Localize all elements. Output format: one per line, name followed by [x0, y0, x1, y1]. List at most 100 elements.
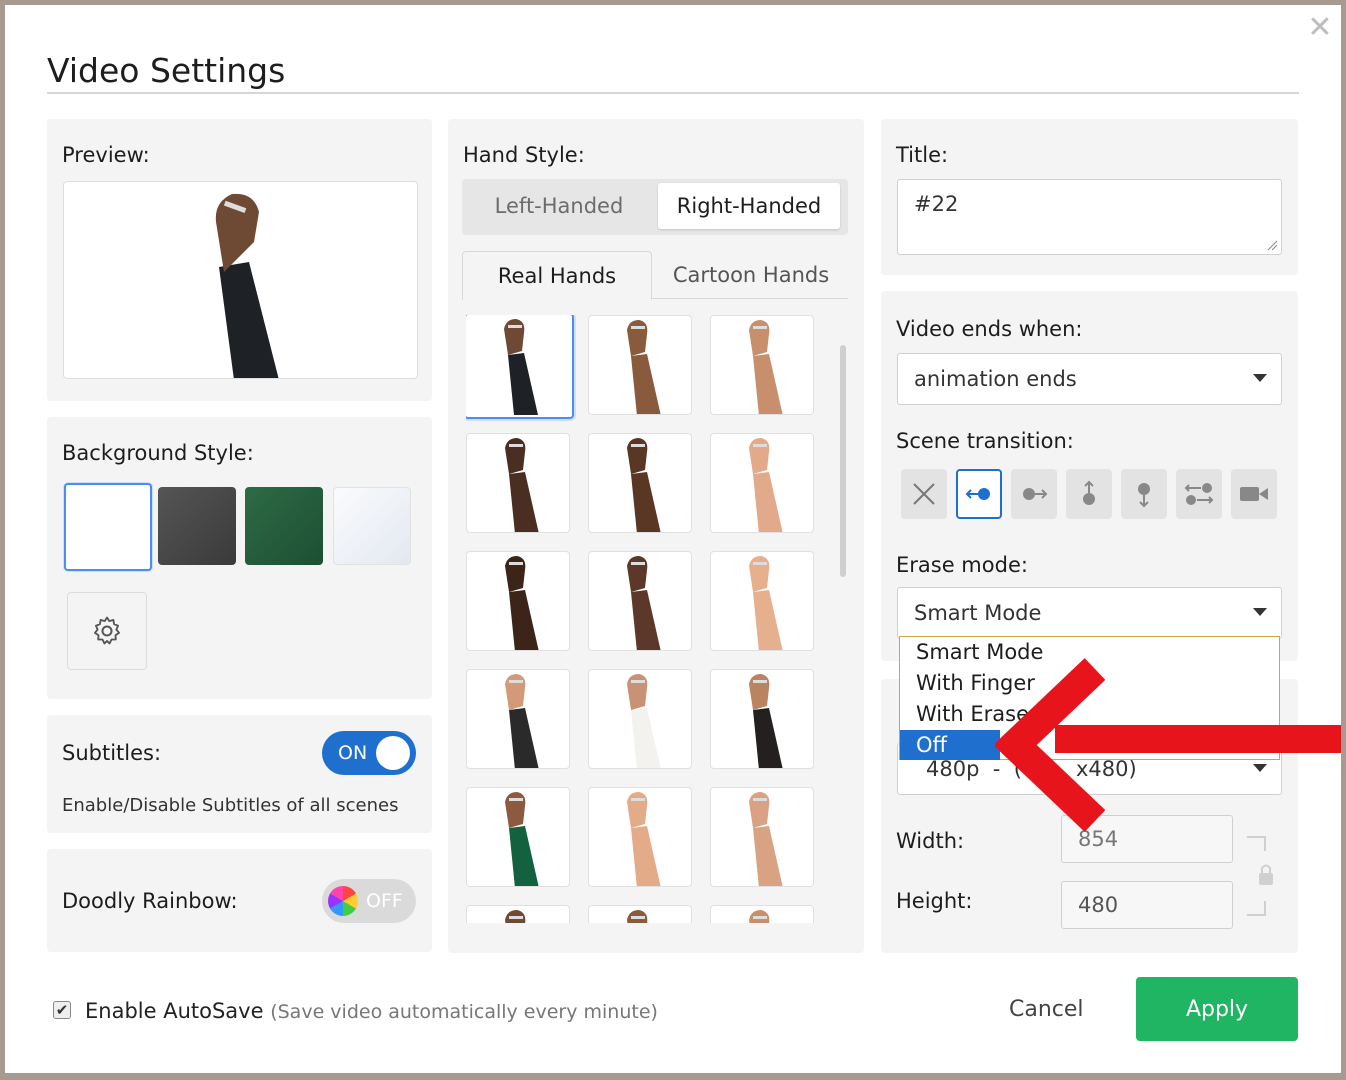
- height-label: Height:: [896, 889, 973, 913]
- subtitles-label: Subtitles:: [62, 741, 162, 765]
- swatch-dark-chalkboard[interactable]: [158, 487, 236, 565]
- hand-thumbnail: [749, 792, 783, 886]
- erase-mode-value: Smart Mode: [914, 601, 1042, 625]
- video-options-panel: Video ends when: animation ends Scene tr…: [881, 291, 1298, 661]
- title-input[interactable]: #22: [897, 179, 1282, 255]
- subtitles-panel: Subtitles: ON Enable/Disable Subtitles o…: [47, 715, 432, 833]
- height-input[interactable]: 480: [1061, 881, 1233, 929]
- hand-thumbnail: [505, 910, 526, 923]
- hand-option[interactable]: [466, 787, 570, 887]
- hand-option[interactable]: [588, 669, 692, 769]
- transition-slide-right-button[interactable]: [1011, 469, 1057, 519]
- left-handed-option[interactable]: Left-Handed: [466, 183, 652, 229]
- camera-icon: [1240, 487, 1268, 501]
- hand-option[interactable]: [588, 433, 692, 533]
- hand-option[interactable]: [466, 551, 570, 651]
- height-value: 480: [1078, 893, 1119, 917]
- video-ends-label: Video ends when:: [896, 317, 1083, 341]
- hand-thumbnail: [627, 438, 661, 532]
- preview-canvas: [63, 181, 418, 379]
- hand-thumbnail: [505, 556, 539, 650]
- hand-style-panel: Hand Style: Left-Handed Right-Handed Rea…: [448, 119, 864, 953]
- hand-option[interactable]: [588, 787, 692, 887]
- preview-label: Preview:: [62, 143, 150, 167]
- close-icon[interactable]: ✕: [1307, 13, 1333, 43]
- hand-thumbnail: [627, 674, 661, 768]
- rainbow-knob-icon: [328, 886, 358, 916]
- scene-transition-label: Scene transition:: [896, 429, 1074, 453]
- tab-cartoon-hands[interactable]: Cartoon Hands: [654, 251, 848, 299]
- hand-option[interactable]: [710, 669, 814, 769]
- erase-mode-label: Erase mode:: [896, 553, 1028, 577]
- hand-option[interactable]: [588, 905, 692, 923]
- transition-camera-button[interactable]: [1231, 469, 1277, 519]
- transition-slide-down-button[interactable]: [1121, 469, 1167, 519]
- preview-panel: Preview:: [47, 119, 432, 401]
- swatch-light-glass[interactable]: [333, 487, 411, 565]
- dialog-title: Video Settings: [47, 51, 286, 90]
- chevron-down-icon: [1253, 374, 1267, 382]
- hand-option[interactable]: [588, 315, 692, 415]
- rainbow-toggle[interactable]: OFF: [322, 879, 416, 923]
- hand-option[interactable]: [466, 433, 570, 533]
- toggle-state-text: OFF: [366, 890, 403, 912]
- aspect-lock-icon[interactable]: [1243, 833, 1273, 923]
- hand-option[interactable]: [710, 433, 814, 533]
- title-label: Title:: [896, 143, 949, 167]
- hand-thumbnail: [749, 556, 783, 650]
- hand-thumbnail: [749, 438, 783, 532]
- none-icon: [913, 483, 935, 505]
- hand-option[interactable]: [710, 551, 814, 651]
- hand-option[interactable]: [466, 905, 570, 923]
- toggle-knob: [376, 736, 410, 770]
- hand-thumbnail: [505, 792, 539, 886]
- hand-thumbnail: [627, 910, 648, 923]
- hand-grid: [466, 315, 828, 923]
- erase-mode-select[interactable]: Smart Mode: [897, 587, 1282, 639]
- option-off[interactable]: Off: [900, 730, 1000, 760]
- video-settings-dialog: ✕ Video Settings Preview: Background Sty…: [5, 5, 1341, 1073]
- rainbow-label: Doodly Rainbow:: [62, 889, 238, 913]
- subtitles-toggle[interactable]: ON: [322, 731, 416, 775]
- hand-option[interactable]: [466, 669, 570, 769]
- transition-slide-up-button[interactable]: [1066, 469, 1112, 519]
- swatch-green-chalkboard[interactable]: [245, 487, 323, 565]
- rainbow-panel: Doodly Rainbow: OFF: [47, 849, 432, 952]
- tab-real-hands[interactable]: Real Hands: [462, 251, 652, 300]
- hand-option[interactable]: [710, 787, 814, 887]
- video-ends-select[interactable]: animation ends: [897, 353, 1282, 405]
- gear-icon: [94, 616, 120, 645]
- slide-up-icon: [1083, 480, 1095, 505]
- title-divider: [47, 92, 1299, 94]
- hand-option[interactable]: [466, 315, 574, 419]
- slide-right-icon: [1023, 488, 1048, 500]
- hand-thumbnail: [627, 792, 661, 886]
- cancel-button[interactable]: Cancel: [1009, 997, 1084, 1022]
- right-handed-option[interactable]: Right-Handed: [658, 183, 840, 229]
- hand-style-label: Hand Style:: [463, 143, 585, 167]
- hand-option[interactable]: [710, 905, 814, 923]
- background-settings-button[interactable]: [67, 592, 147, 670]
- apply-button[interactable]: Apply: [1136, 977, 1298, 1041]
- autosave-label: Enable AutoSave (Save video automaticall…: [85, 999, 658, 1023]
- hand-option[interactable]: [710, 315, 814, 415]
- transition-none-button[interactable]: [901, 469, 947, 519]
- width-label: Width:: [896, 829, 965, 853]
- transition-swap-button[interactable]: [1176, 469, 1222, 519]
- video-ends-value: animation ends: [914, 367, 1077, 391]
- hand-grid-scrollbar[interactable]: [840, 345, 846, 577]
- autosave-checkbox[interactable]: ✔: [53, 1001, 71, 1019]
- hand-thumbnail: [504, 319, 538, 415]
- hand-type-tabs: Real Hands Cartoon Hands: [462, 251, 848, 300]
- hand-thumbnail: [749, 320, 783, 414]
- transition-slide-left-button[interactable]: [956, 469, 1002, 519]
- subtitles-description: Enable/Disable Subtitles of all scenes: [62, 795, 399, 816]
- swatch-white[interactable]: [64, 483, 152, 571]
- swap-icon: [1184, 483, 1214, 505]
- title-value: #22: [914, 192, 959, 216]
- background-panel: Background Style:: [47, 417, 432, 699]
- hand-thumbnail: [505, 674, 539, 768]
- red-pointer-arrow-icon: [995, 658, 1341, 832]
- hand-option[interactable]: [588, 551, 692, 651]
- resize-handle-icon[interactable]: [1266, 239, 1278, 251]
